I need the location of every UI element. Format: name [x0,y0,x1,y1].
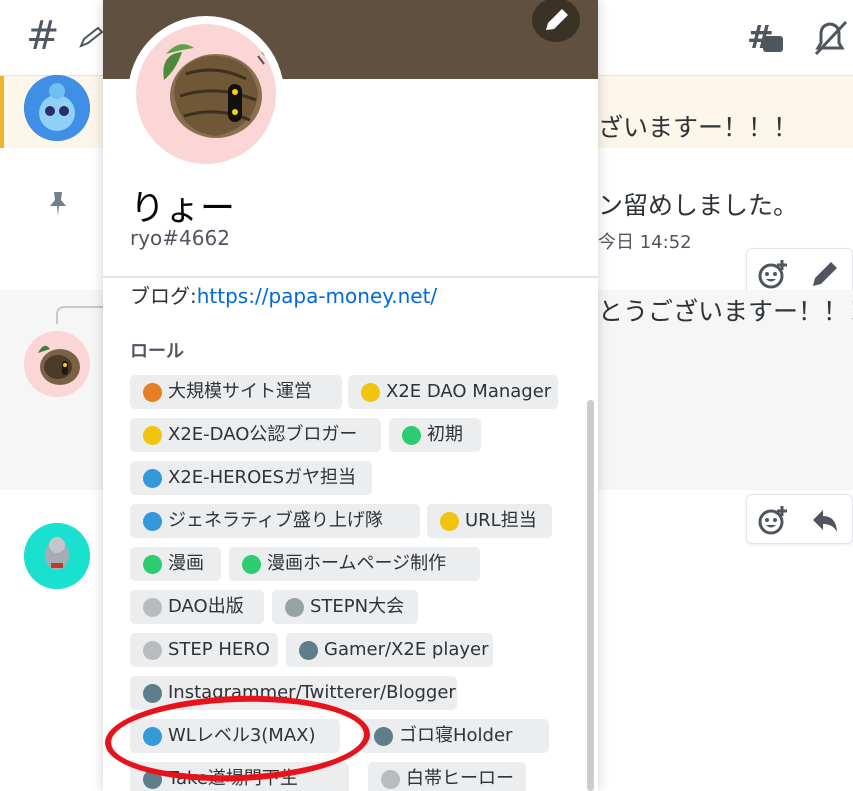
pencil-icon [546,9,568,30]
role-color-dot [361,383,380,402]
role-name: X2E-HEROESガヤ担当 [168,467,357,488]
profile-avatar[interactable] [128,16,284,172]
user-avatar[interactable] [24,331,90,397]
role-name: 初期 [427,424,463,445]
bell-slash-icon[interactable] [810,18,850,58]
user-profile-popout: りょー ryo#4662 ブログ:https://papa-money.net/… [103,0,598,791]
role-name: Gamer/X2E player [324,639,489,660]
role-pill[interactable]: STEP HERO [130,633,278,667]
add-reaction-icon[interactable] [757,504,789,536]
profile-divider [103,276,598,278]
role-color-dot [381,770,400,789]
role-color-dot [143,641,162,660]
role-pill[interactable]: DAO出版 [130,590,264,624]
profile-username: りょー [130,189,236,229]
reply-icon[interactable] [809,504,841,536]
channel-pencil-icon [79,26,104,48]
role-pill[interactable]: X2E-HEROESガヤ担当 [130,461,372,495]
role-name: X2E-DAO公認ブロガー [168,424,358,445]
role-name: 漫画 [168,553,204,574]
role-pill[interactable]: 白帯ヒーロー [368,762,526,791]
role-color-dot [143,555,162,574]
role-name: 白帯ヒーロー [406,768,514,789]
role-color-dot [143,426,162,445]
edit-icon[interactable] [809,258,841,290]
role-name: STEPN大会 [310,596,405,617]
role-name: 漫画ホームページ制作 [267,553,447,574]
role-pill[interactable]: 大規模サイト運営 [130,375,342,409]
role-color-dot [143,469,162,488]
role-color-dot [143,684,162,703]
role-color-dot [402,426,421,445]
role-name: STEP HERO [168,639,270,660]
add-reaction-icon[interactable] [757,258,789,290]
discord-window: { "header": { "channel_symbol": "#", "th… [0,0,853,791]
role-color-dot [299,641,318,660]
role-color-dot [374,727,393,746]
popout-scrollbar[interactable] [587,400,594,791]
role-name: X2E DAO Manager [386,381,552,402]
role-pill[interactable]: X2E DAO Manager [348,375,558,409]
role-pill[interactable]: ゴロ寝Holder [361,719,549,753]
reply-connector [56,306,106,324]
scrollbar-thumb[interactable] [587,400,594,791]
avatar-image [136,24,276,164]
reply-preview-text: とうございますー！！！ [598,297,853,326]
role-color-dot [143,512,162,531]
role-color-dot [285,598,304,617]
role-color-dot [143,598,162,617]
channel-hash-icon: # [26,13,60,59]
role-pill[interactable]: ジェネラティブ盛り上げ隊 [130,504,420,538]
role-name: URL担当 [465,510,537,531]
role-name: 大規模サイト運営 [168,381,312,402]
role-color-dot [143,383,162,402]
role-color-dot [242,555,261,574]
role-color-dot [440,512,459,531]
bio-label: ブログ: [130,284,197,308]
bio-link[interactable]: https://papa-money.net/ [197,284,437,308]
role-pill[interactable]: STEPN大会 [272,590,418,624]
edit-profile-button[interactable] [532,0,580,42]
message-action-bar-2 [746,494,853,544]
pin-icon [50,192,66,216]
role-pill[interactable]: 漫画ホームページ制作 [229,547,480,581]
message-text: ざいますー！！！ [598,113,799,142]
user-avatar[interactable] [24,523,90,589]
role-pill[interactable]: X2E-DAO公認ブロガー [130,418,381,452]
threads-icon[interactable]: # [745,18,785,58]
role-pill[interactable]: URL担当 [427,504,552,538]
role-name: ジェネラティブ盛り上げ隊 [168,510,383,531]
profile-tag: ryo#4662 [130,226,230,250]
message-timestamp: 今日 14:52 [598,232,692,253]
role-pill[interactable]: 漫画 [130,547,221,581]
profile-bio: ブログ:https://papa-money.net/ [130,280,437,309]
user-avatar[interactable] [24,75,90,141]
system-message-text: ン留めしました。 [598,191,799,220]
role-name: ゴロ寝Holder [399,725,513,746]
role-pill[interactable]: 初期 [389,418,481,452]
roles-heading: ロール [130,341,184,362]
role-pill[interactable]: Gamer/X2E player [286,633,493,667]
role-name: DAO出版 [168,596,244,617]
